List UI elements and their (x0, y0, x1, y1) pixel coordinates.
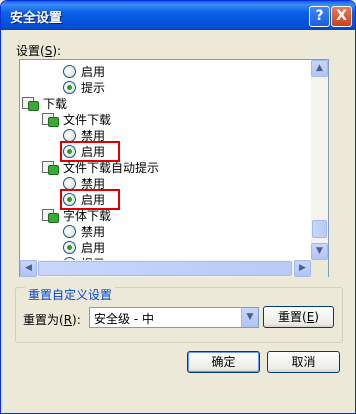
security-level-value: 安全级 - 中 (94, 312, 154, 326)
horizontal-scrollbar[interactable]: ◀ ▶ (20, 260, 311, 277)
security-settings-dialog: 安全设置 ? X 设置(S): 启用 提示 下载 文件下载 禁用 启用 文件下载自动提示 禁用… (0, 0, 356, 414)
settings-folder-icon (42, 112, 59, 127)
cancel-button[interactable]: 取消 (267, 351, 340, 373)
tree-item-label: 文件下载自动提示 (63, 161, 160, 175)
reset-to-label: 重置为(R): (23, 313, 81, 327)
tree-item-label: 启用 (81, 65, 106, 79)
tree-item-label: 提示 (81, 81, 106, 95)
horizontal-scroll-thumb[interactable] (38, 261, 292, 276)
reset-group-title: 重置自定义设置 (25, 286, 116, 303)
settings-folder-icon (22, 96, 39, 111)
reset-button[interactable]: 重置(E) (263, 306, 334, 328)
scroll-down-button[interactable]: ▼ (311, 243, 328, 260)
settings-tree-content[interactable]: 启用提示下载文件下载禁用启用文件下载自动提示禁用启用字体下载禁用启用提示 (20, 60, 311, 260)
vertical-scroll-thumb[interactable] (312, 220, 327, 238)
scrollbar-corner (311, 260, 328, 277)
radio-unchecked-icon[interactable] (63, 225, 76, 238)
window-title: 安全设置 (10, 11, 63, 26)
scroll-right-button[interactable]: ▶ (294, 260, 311, 277)
radio-unchecked-icon[interactable] (63, 65, 76, 78)
highlight-box (60, 141, 120, 162)
settings-tree[interactable]: 启用提示下载文件下载禁用启用文件下载自动提示禁用启用字体下载禁用启用提示 ▲ ▼… (19, 59, 329, 277)
ok-button[interactable]: 确定 (187, 351, 260, 373)
vertical-scrollbar[interactable]: ▲ ▼ (311, 60, 328, 260)
scroll-up-button[interactable]: ▲ (311, 60, 328, 77)
tree-item-label: 启用 (81, 241, 106, 255)
tree-item-label: 字体下载 (63, 209, 112, 223)
highlight-box (60, 189, 120, 210)
tree-item-label: 文件下载 (63, 113, 112, 127)
settings-label: 设置(S): (16, 44, 62, 58)
title-bar[interactable]: 安全设置 ? X (1, 1, 355, 30)
security-level-select[interactable]: 安全级 - 中 ▼ (89, 307, 259, 328)
close-button[interactable]: X (331, 6, 352, 27)
chevron-down-icon[interactable]: ▼ (241, 308, 258, 327)
tree-item-label: 禁用 (81, 225, 106, 239)
help-button[interactable]: ? (309, 6, 330, 27)
settings-folder-icon (42, 208, 59, 223)
radio-checked-icon[interactable] (63, 81, 76, 94)
radio-checked-icon[interactable] (63, 241, 76, 254)
settings-folder-icon (42, 160, 59, 175)
scroll-left-button[interactable]: ◀ (20, 260, 37, 277)
tree-item-label: 下载 (43, 97, 68, 111)
